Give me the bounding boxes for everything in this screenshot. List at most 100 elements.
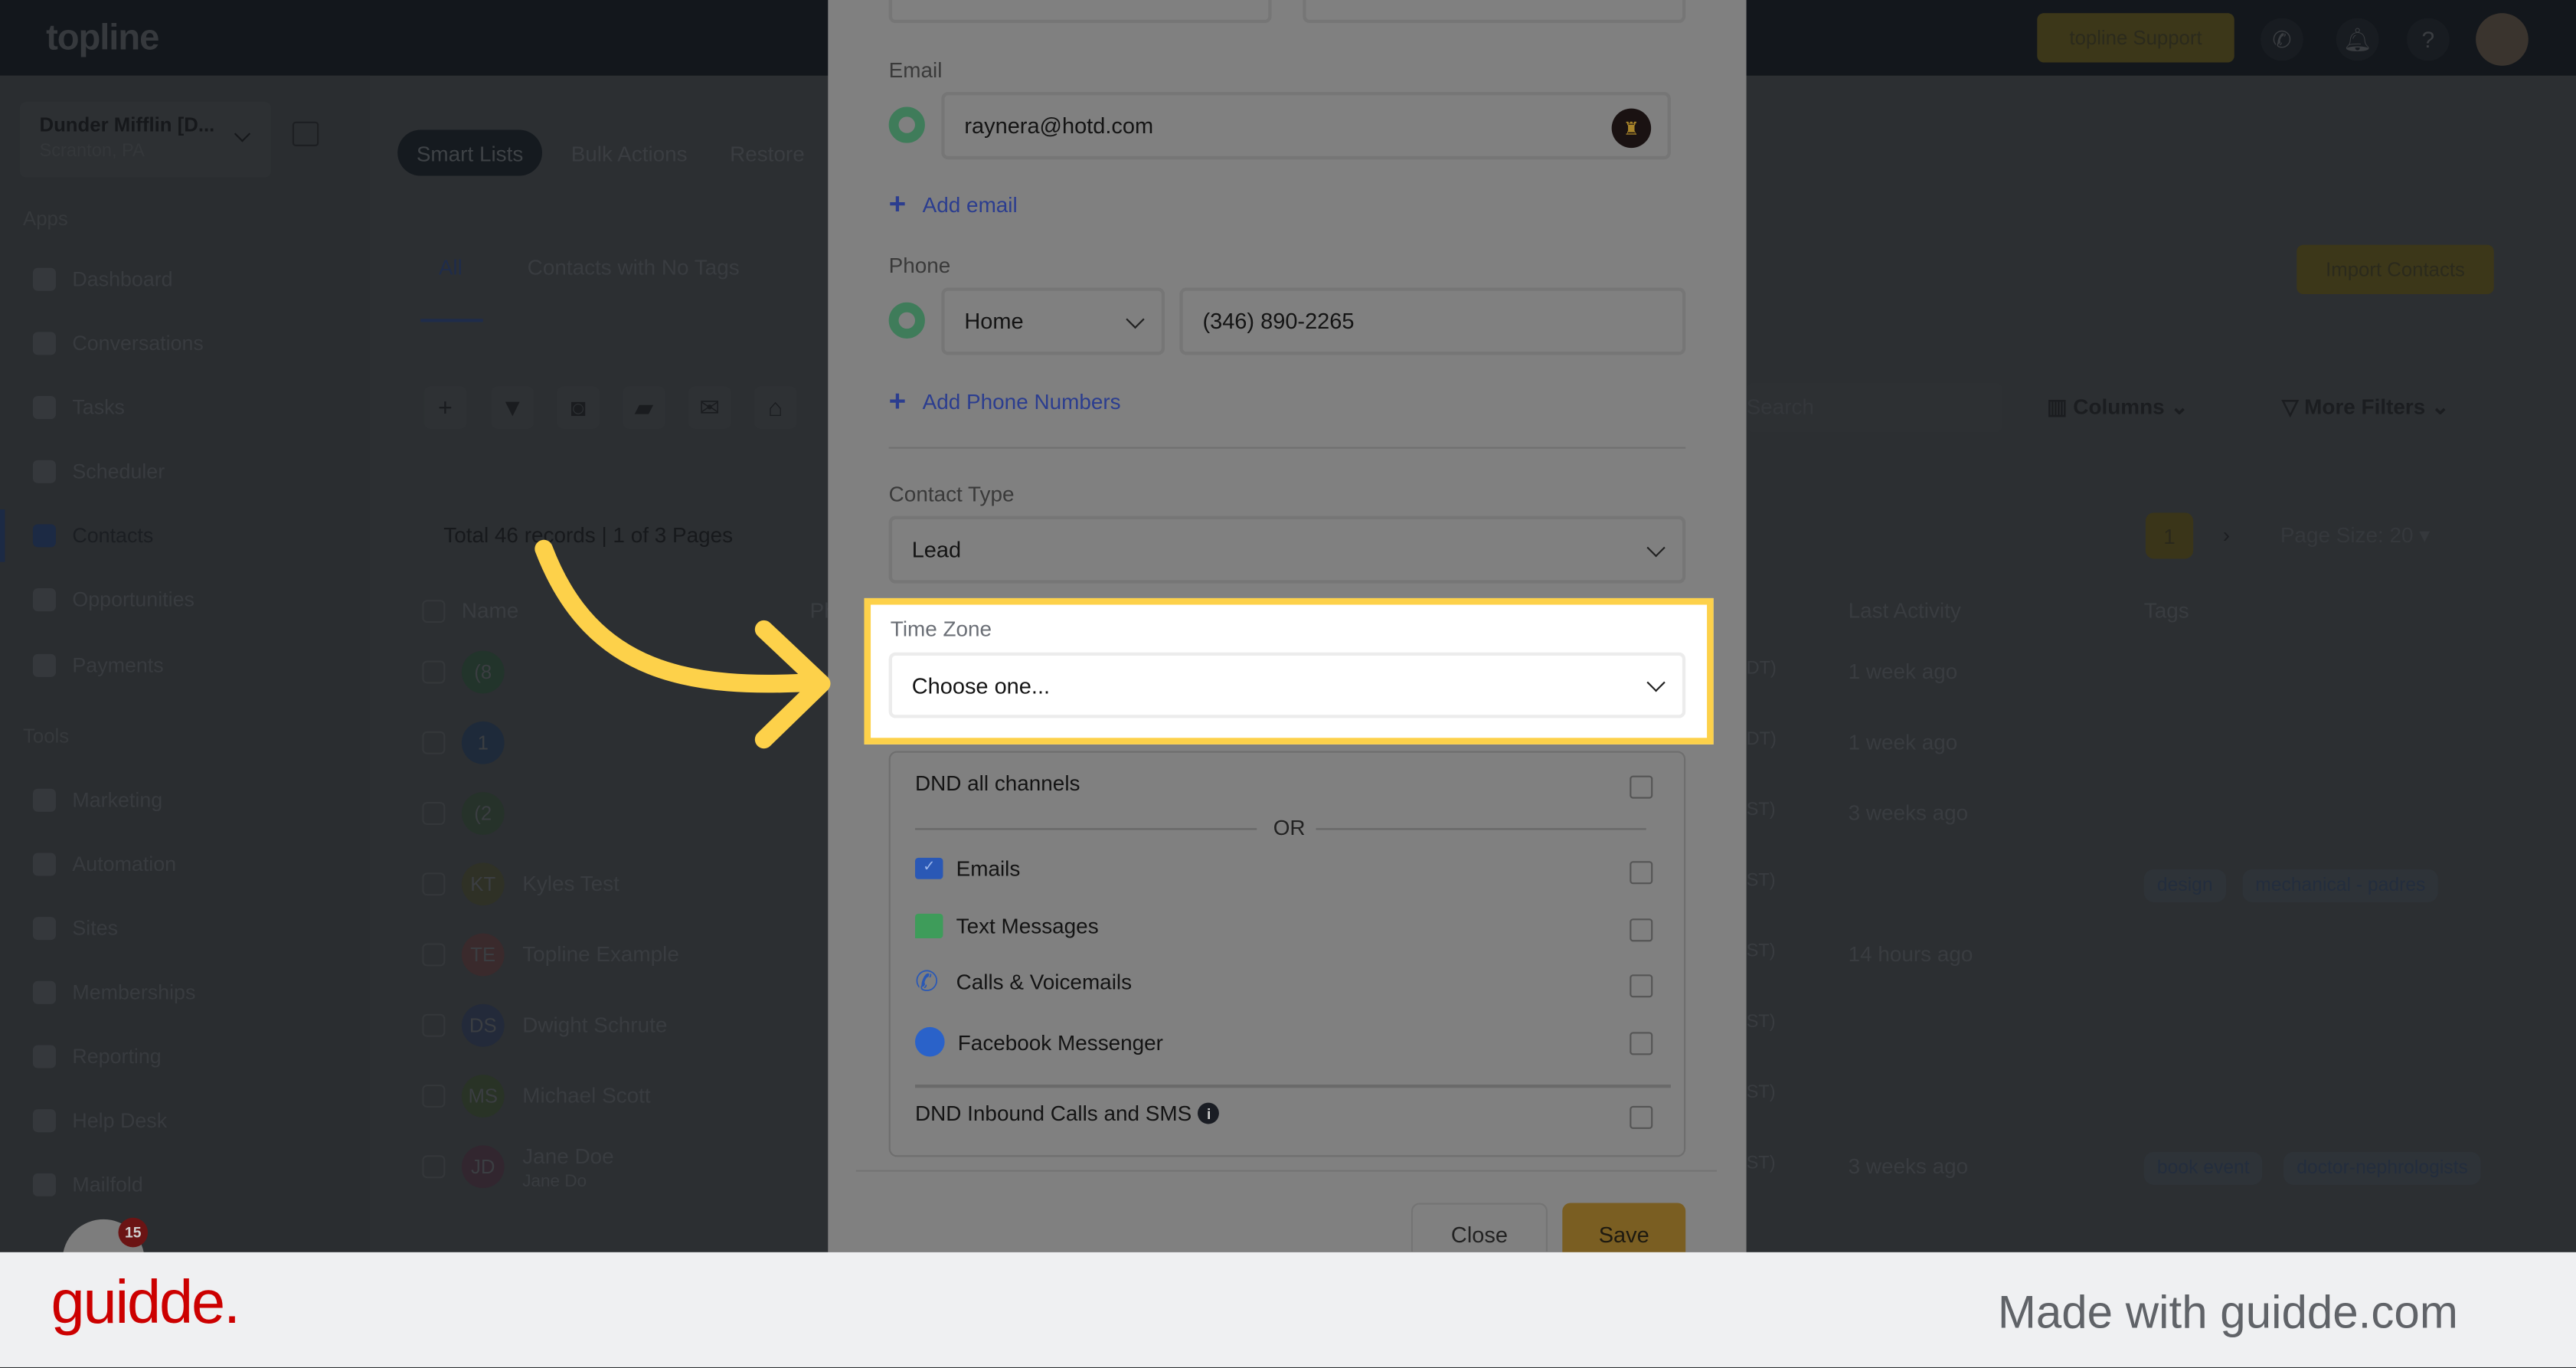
sidebar-item-icon — [32, 917, 56, 941]
dnd-channel: ✓ Emails — [914, 856, 1021, 881]
contact-name[interactable]: Jane Doe — [522, 1144, 613, 1168]
sidebar-item-icon — [32, 524, 56, 548]
sidebar-item[interactable]: Contacts — [32, 519, 154, 552]
guidde-footer: guidde. Made with guidde.com — [0, 1252, 2576, 1367]
sidebar-item-icon — [32, 332, 56, 355]
dnd-channel: ✆ Calls & Voicemails — [914, 966, 1133, 998]
contact-avatar: (2 — [461, 792, 505, 835]
dnd-channel-checkbox[interactable] — [1630, 861, 1653, 885]
row-checkbox[interactable] — [422, 872, 446, 896]
last-activity: 1 week ago — [1848, 729, 1958, 754]
sidebar-item-label: Conversations — [72, 332, 204, 355]
sidebar-item-icon — [32, 1045, 56, 1069]
row-checkbox[interactable] — [422, 1013, 446, 1037]
last-activity: 3 weeks ago — [1848, 1154, 1969, 1179]
sidebar-item-label: Opportunities — [72, 588, 195, 612]
sidebar-item-icon — [32, 980, 56, 1004]
sidebar-item-label: Scheduler — [72, 460, 165, 483]
sidebar-item-icon — [32, 267, 56, 291]
contact-name[interactable]: Michael Scott — [522, 1083, 650, 1108]
sidebar-item-icon — [32, 1109, 56, 1133]
last-activity: 1 week ago — [1848, 659, 1958, 684]
dnd-channel-checkbox[interactable] — [1630, 918, 1653, 942]
dnd-channel-label: Facebook Messenger — [957, 1029, 1163, 1055]
sidebar-item[interactable]: Sites — [32, 912, 119, 945]
contact-timezone: ST) — [1746, 1012, 1776, 1033]
contact-timezone: DT) — [1746, 659, 1777, 679]
contact-avatar: JD — [461, 1145, 505, 1189]
dnd-channel: Text Messages — [914, 913, 1099, 939]
contact-name[interactable]: Kyles Test — [522, 871, 619, 895]
phone-icon: ✆ — [914, 966, 939, 998]
sidebar-item-label: Reporting — [72, 1045, 162, 1069]
contact-name[interactable]: Topline Example — [522, 941, 679, 966]
sidebar-item[interactable]: Memberships — [32, 976, 196, 1009]
screen: topline topline Support ✆ 🔔︎ ? Dunder Mi… — [0, 0, 2576, 1367]
sidebar-item[interactable]: Automation — [32, 848, 177, 881]
sms-icon — [914, 913, 943, 939]
sidebar-item-icon — [32, 788, 56, 812]
sidebar-item-icon — [32, 853, 56, 876]
row-checkbox[interactable] — [422, 1155, 446, 1179]
contact-name[interactable]: Dwight Schrute — [522, 1013, 667, 1037]
contact-avatar: KT — [461, 862, 505, 906]
guidde-credit: Made with guidde.com — [1997, 1286, 2458, 1338]
sidebar-item-label: Automation — [72, 853, 177, 876]
sidebar-item[interactable]: Scheduler — [32, 455, 165, 488]
row-checkbox[interactable] — [422, 1084, 446, 1108]
sidebar-item[interactable]: Help Desk — [32, 1105, 168, 1137]
arrow-shaft — [534, 539, 828, 693]
sidebar-item-label: Contacts — [72, 524, 154, 548]
sidebar-item-icon — [32, 396, 56, 420]
row-checkbox[interactable] — [422, 801, 446, 825]
dnd-channel: Facebook Messenger — [914, 1026, 1163, 1057]
contact-avatar: MS — [461, 1075, 505, 1118]
sidebar-item[interactable]: Mailfold — [32, 1168, 143, 1201]
row-checkbox[interactable] — [422, 660, 446, 684]
sidebar-item[interactable]: Opportunities — [32, 584, 195, 617]
sidebar-item-label: Sites — [72, 917, 119, 941]
sidebar-item-label: Memberships — [72, 980, 196, 1004]
sidebar-item-icon — [32, 460, 56, 483]
contact-timezone: ST) — [1746, 871, 1776, 891]
tag-chip[interactable]: mechanical - padres — [2242, 869, 2439, 902]
tag-chip[interactable]: doctor-nephrologists — [2283, 1151, 2482, 1185]
sidebar-item-label: Help Desk — [72, 1109, 168, 1133]
sidebar-item-label: Mailfold — [72, 1173, 143, 1196]
contact-timezone: DT) — [1746, 729, 1777, 750]
sidebar-item[interactable]: Payments — [32, 649, 164, 682]
dnd-channel-label: Calls & Voicemails — [956, 969, 1133, 994]
contact-avatar: DS — [461, 1003, 505, 1047]
contact-avatar: 1 — [461, 721, 505, 764]
sidebar-item-label: Marketing — [72, 788, 163, 812]
sidebar-item[interactable]: Conversations — [32, 327, 204, 360]
contact-timezone: ST) — [1746, 1154, 1776, 1173]
sidebar-item-label: Tasks — [72, 396, 125, 420]
messenger-icon — [914, 1026, 945, 1057]
row-checkbox[interactable] — [422, 943, 446, 967]
sidebar-item-icon — [32, 653, 56, 677]
tag-chip[interactable]: design — [2143, 869, 2226, 902]
contact-subname: Jane Do — [522, 1171, 587, 1192]
sidebar-item[interactable]: Marketing — [32, 784, 163, 817]
last-activity: 3 weeks ago — [1848, 800, 1969, 825]
sidebar-item[interactable]: Dashboard — [32, 263, 173, 296]
sidebar-item-icon — [32, 588, 56, 612]
email-icon: ✓ — [914, 857, 943, 879]
contact-avatar: (8 — [461, 650, 505, 694]
sidebar-item[interactable]: Tasks — [32, 391, 125, 424]
tag-chip[interactable]: book event — [2143, 1151, 2263, 1185]
guidde-logo: guidde. — [51, 1268, 241, 1337]
contact-avatar: TE — [461, 933, 505, 977]
contact-timezone: ST) — [1746, 1082, 1776, 1103]
contact-timezone: ST) — [1746, 800, 1776, 820]
row-checkbox[interactable] — [422, 731, 446, 754]
sidebar-item[interactable]: Reporting — [32, 1040, 162, 1073]
dnd-channel-checkbox[interactable] — [1630, 974, 1653, 998]
dnd-channel-label: Text Messages — [956, 913, 1099, 939]
dnd-channel-label: Emails — [956, 856, 1021, 881]
sidebar-item-icon — [32, 1173, 56, 1196]
contact-timezone: ST) — [1746, 941, 1776, 962]
sidebar-item-label: Dashboard — [72, 267, 173, 291]
dnd-channel-checkbox[interactable] — [1630, 1032, 1653, 1055]
